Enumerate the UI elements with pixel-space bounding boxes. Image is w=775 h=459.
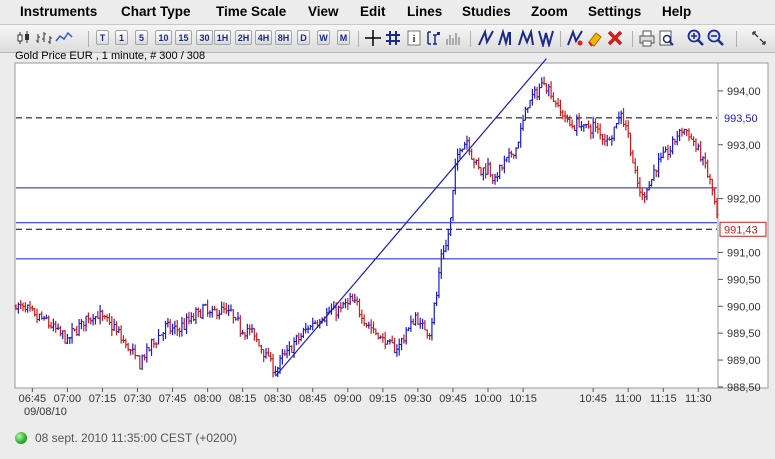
x-axis-tick-label: 08:00 [194, 393, 222, 405]
x-axis-tick-label: 07:30 [124, 393, 152, 405]
x-axis-tick-label: 07:15 [89, 393, 117, 405]
status-text: 08 sept. 2010 11:35:00 CEST (+0200) [35, 431, 238, 445]
y-axis-tick-label: 990,50 [727, 274, 761, 286]
y-axis-tick-label: 994,00 [727, 86, 761, 98]
x-axis-tick-label: 06:45 [19, 393, 47, 405]
x-axis-tick-label: 09:45 [439, 393, 467, 405]
x-axis-tick-label: 08:30 [264, 393, 292, 405]
x-axis-tick-label: 09:00 [334, 393, 362, 405]
chart-area[interactable]: 994,00 993,00 992,00 991,00 990,50 990,00 989,… [0, 0, 775, 426]
connection-status-icon [15, 432, 27, 444]
x-axis-date-label: 09/08/10 [24, 406, 67, 418]
x-axis-tick-label: 11:00 [615, 393, 642, 405]
y-axis-tick-label: 989,00 [727, 355, 761, 367]
price-label-text: 993,50 [724, 113, 758, 125]
x-axis-tick-label: 07:00 [54, 393, 82, 405]
plot-frame [14, 62, 719, 389]
x-axis-tick-label: 09:15 [369, 393, 397, 405]
y-axis-tick-label: 992,00 [727, 194, 761, 206]
x-axis-tick-label: 10:15 [509, 393, 537, 405]
x-axis-tick-label: 10:45 [579, 393, 607, 405]
x-axis-tick-label: 11:30 [685, 393, 712, 405]
x-axis-tick-label: 10:00 [474, 393, 502, 405]
x-axis-tick-label: 07:45 [159, 393, 187, 405]
y-axis-tick-label: 993,00 [727, 140, 761, 152]
y-axis-tick-label: 991,00 [727, 247, 761, 259]
price-label-text: 991,43 [724, 224, 758, 236]
x-axis-tick-label: 08:15 [229, 393, 257, 405]
current-price-label: 991,43 [719, 221, 767, 237]
y-axis-tick-label: 990,00 [727, 301, 761, 313]
y-axis-tick-label: 989,50 [727, 328, 761, 340]
y-axis-tick-label: 988,50 [727, 382, 761, 394]
x-axis-tick-label: 08:45 [299, 393, 327, 405]
level-price-label: 993,50 [719, 110, 767, 126]
x-axis-tick-label: 09:30 [404, 393, 432, 405]
x-axis-tick-label: 11:15 [650, 393, 677, 405]
